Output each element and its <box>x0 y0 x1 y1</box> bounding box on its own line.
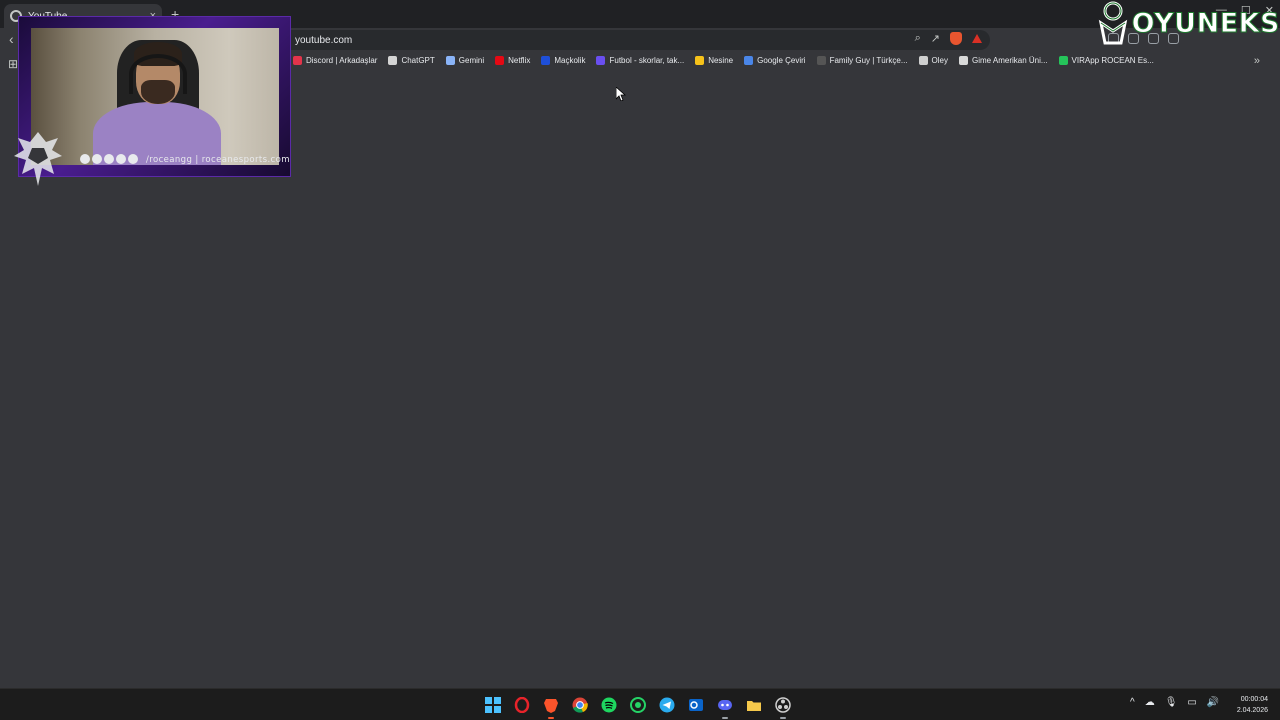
oyuneks-brand-text: OYUNEKS <box>1131 7 1280 39</box>
social-icons <box>80 154 138 164</box>
bookmark-favicon-icon <box>744 56 754 65</box>
url-text: youtube.com <box>295 34 353 46</box>
bookmark-label: Maçkolik <box>554 56 586 65</box>
spotify-icon[interactable] <box>599 695 619 715</box>
chrome-icon[interactable] <box>570 695 590 715</box>
kick-icon <box>104 154 114 164</box>
bookmark-item[interactable]: Oley <box>918 56 948 65</box>
show-hidden-icons-button[interactable]: ^ <box>1130 697 1135 708</box>
bookmark-item[interactable]: Netflix <box>495 56 530 65</box>
bookmark-label: Family Guy | Türkçe... <box>829 56 908 65</box>
bookmark-favicon-icon <box>918 56 928 65</box>
oyuneks-logo-icon <box>1098 1 1127 45</box>
cloud-icon[interactable]: ☁ <box>1145 697 1155 708</box>
opera-icon[interactable] <box>512 695 532 715</box>
bookmark-favicon-icon <box>293 56 302 65</box>
address-bar-actions: ⌕ ↗ <box>915 32 982 45</box>
brave-icon[interactable] <box>541 695 561 719</box>
bookmark-label: Oley <box>931 56 948 65</box>
microphone-icon[interactable]: 🎙 <box>1165 697 1178 708</box>
brave-rewards-icon[interactable] <box>972 34 982 43</box>
windows-start-icon[interactable] <box>483 695 503 715</box>
bookmark-item[interactable]: ChatGPT <box>388 56 435 65</box>
active-indicator <box>722 717 728 719</box>
whatsapp-icon[interactable] <box>628 695 648 715</box>
active-indicator <box>780 717 786 719</box>
volume-icon[interactable]: 🔊 <box>1207 697 1219 708</box>
discord-icon[interactable] <box>715 695 735 719</box>
bookmark-favicon-icon <box>388 56 398 65</box>
bookmark-label: Gime Amerikan Üni... <box>971 56 1048 65</box>
bookmark-favicon-icon <box>816 56 826 65</box>
telegram-icon[interactable] <box>657 695 677 715</box>
bookmark-list: Discord | Arkadaşlar ChatGPT Gemini Netflix… <box>293 56 1154 65</box>
bookmark-label: ChatGPT <box>401 56 435 65</box>
oyuneks-watermark: OYUNEKS <box>1096 0 1280 46</box>
active-indicator <box>548 717 554 719</box>
bookmark-item[interactable]: VIRApp ROCEAN Es... <box>1058 56 1154 65</box>
address-bar[interactable]: youtube.com ⌕ ↗ <box>282 30 990 50</box>
clock-time: 00:00:04 <box>1240 696 1268 703</box>
bookmark-label: Nesine <box>708 56 734 65</box>
bookmark-item[interactable]: Gemini <box>445 56 485 65</box>
bookmark-item[interactable]: Gime Amerikan Üni... <box>958 56 1048 65</box>
bookmark-item[interactable]: Nesine <box>695 56 733 65</box>
social-handle-text: /roceangg | roceanesports.com <box>146 155 290 165</box>
bookmark-label: Gemini <box>458 56 485 65</box>
bookmark-item[interactable]: Family Guy | Türkçe... <box>816 56 908 65</box>
bookmark-label: Discord | Arkadaşlar <box>306 56 378 65</box>
bookmark-favicon-icon <box>695 56 705 65</box>
bookmark-label: Netflix <box>508 56 531 65</box>
bookmark-label: Google Çeviri <box>757 56 806 65</box>
tiktok-icon <box>92 154 102 164</box>
outlook-icon[interactable] <box>686 695 706 715</box>
back-button[interactable]: ‹ <box>9 31 14 47</box>
network-icon[interactable]: ▭ <box>1187 697 1196 708</box>
bookmarks-overflow-button[interactable]: » <box>1254 55 1260 67</box>
file-explorer-icon[interactable] <box>744 695 764 715</box>
system-tray: ^ ☁ 🎙 ▭ 🔊 <box>1130 697 1219 708</box>
taskbar-clock[interactable]: 00:00:04 2.04.2026 <box>1237 694 1268 716</box>
desktop-screen: YouTube × + — ☐ ✕ ‹ youtube.com ⌕ ↗ <box>0 0 1280 720</box>
windows-taskbar: ^ ☁ 🎙 ▭ 🔊 00:00:04 2.04.2026 <box>0 688 1280 720</box>
dragon-logo-icon <box>14 132 62 186</box>
headset <box>129 54 187 94</box>
youtube-icon <box>80 154 90 164</box>
brave-shields-icon[interactable] <box>950 32 962 45</box>
apps-grid-icon[interactable]: ⊞ <box>8 57 18 71</box>
share-icon[interactable]: ↗ <box>931 32 940 45</box>
bookmark-favicon-icon <box>596 56 606 65</box>
zoom-icon[interactable]: ⌕ <box>915 32 921 45</box>
bookmark-item[interactable]: Maçkolik <box>541 56 585 65</box>
mouse-cursor-icon <box>616 87 626 101</box>
taskbar-apps <box>483 695 793 719</box>
bookmark-favicon-icon <box>958 56 968 65</box>
bookmark-favicon-icon <box>495 56 505 65</box>
bookmark-favicon-icon <box>445 56 455 65</box>
instagram-icon <box>128 154 138 164</box>
bookmark-label: VIRApp ROCEAN Es... <box>1071 56 1154 65</box>
x-icon <box>116 154 126 164</box>
bookmark-item[interactable]: Google Çeviri <box>744 56 806 65</box>
bookmark-label: Futbol - skorlar, tak... <box>609 56 685 65</box>
bookmark-favicon-icon <box>541 56 551 65</box>
bookmark-item[interactable]: Discord | Arkadaşlar <box>293 56 377 65</box>
webcam-feed <box>31 28 279 165</box>
clock-date: 2.04.2026 <box>1236 707 1268 714</box>
obs-icon[interactable] <box>773 695 793 719</box>
bookmark-item[interactable]: Futbol - skorlar, tak... <box>596 56 684 65</box>
bookmark-favicon-icon <box>1058 56 1068 65</box>
